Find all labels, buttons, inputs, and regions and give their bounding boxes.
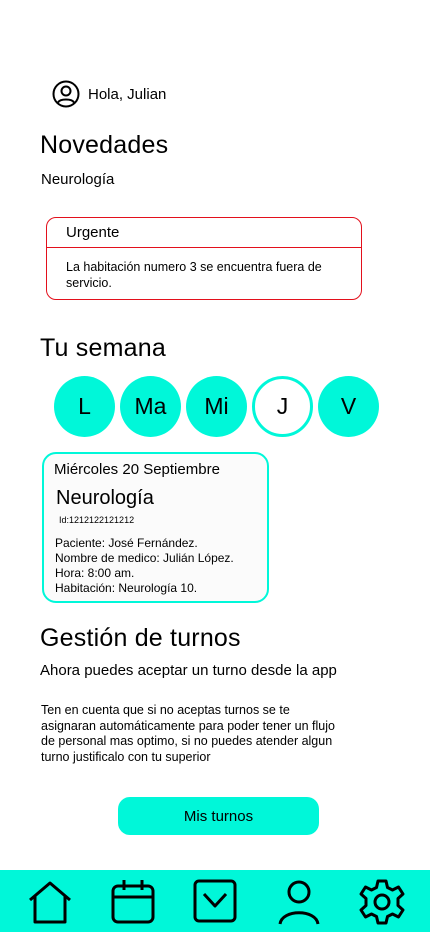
user-greeting[interactable]: Hola, Julian (52, 80, 166, 108)
appointment-time: Hora: 8:00 am. (55, 566, 135, 580)
calendar-icon (111, 880, 155, 924)
user-icon (278, 880, 320, 925)
shifts-lead: Ahora puedes aceptar un turno desde la a… (40, 662, 337, 679)
nav-settings[interactable] (358, 878, 406, 926)
appointment-doctor: Nombre de medico: Julián López. (55, 551, 234, 565)
day-button-ma[interactable]: Ma (120, 376, 181, 437)
week-day-selector: L Ma Mi J V (54, 376, 379, 437)
nav-profile[interactable] (275, 878, 323, 926)
day-button-mi[interactable]: Mi (186, 376, 247, 437)
week-title: Tu semana (40, 334, 166, 362)
nav-home[interactable] (26, 878, 74, 926)
appointment-id: Id:1212122121212 (59, 515, 135, 525)
shifts-title: Gestión de turnos (40, 624, 241, 652)
user-circle-icon (52, 80, 80, 108)
inbox-icon (193, 879, 237, 923)
alert-title: Urgente (47, 218, 361, 248)
appointment-patient: Paciente: José Fernández. (55, 536, 198, 550)
day-button-v[interactable]: V (318, 376, 379, 437)
gear-icon (359, 879, 405, 925)
my-shifts-button[interactable]: Mis turnos (118, 797, 319, 835)
nav-calendar[interactable] (109, 878, 157, 926)
news-department: Neurología (41, 171, 115, 188)
appointment-date: Miércoles 20 Septiembre (54, 461, 220, 478)
day-button-l[interactable]: L (54, 376, 115, 437)
nav-inbox[interactable] (191, 878, 239, 926)
appointment-specialty: Neurología (56, 487, 154, 509)
appointment-card[interactable]: Miércoles 20 Septiembre Neurología Id:12… (42, 452, 269, 603)
appointment-room: Habitación: Neurología 10. (55, 581, 198, 595)
appointment-details: Paciente: José Fernández. Nombre de medi… (55, 536, 234, 596)
bottom-nav (0, 870, 430, 932)
shifts-description: Ten en cuenta que si no aceptas turnos s… (41, 703, 335, 764)
news-title: Novedades (40, 131, 169, 159)
urgent-alert[interactable]: Urgente La habitación numero 3 se encuen… (46, 217, 362, 300)
home-icon (29, 881, 71, 924)
greeting-text: Hola, Julian (88, 85, 167, 103)
day-button-j-selected[interactable]: J (252, 376, 313, 437)
alert-message: La habitación numero 3 se encuentra fuer… (66, 260, 322, 290)
